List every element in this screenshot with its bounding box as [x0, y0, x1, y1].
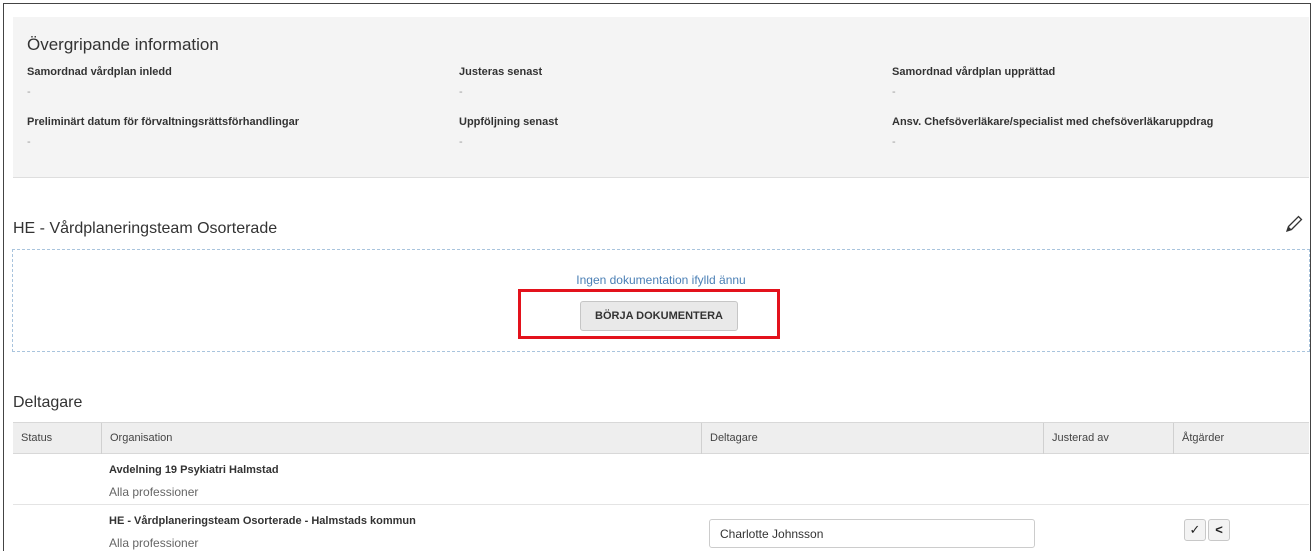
overview-panel: Övergripande information Samordnad vårdp…	[13, 17, 1309, 178]
field-value: -	[27, 136, 31, 148]
organisation-name: Avdelning 19 Psykiatri Halmstad	[109, 464, 279, 476]
field-label: Preliminärt datum för förvaltningsrättsf…	[27, 116, 299, 128]
field-label: Samordnad vårdplan upprättad	[892, 66, 1056, 78]
column-header-organisation[interactable]: Organisation	[101, 423, 701, 454]
profession-text: Alla professioner	[109, 536, 199, 550]
table-row: Avdelning 19 Psykiatri Halmstad Alla pro…	[13, 454, 1309, 505]
start-documenting-button[interactable]: BÖRJA DOKUMENTERA	[580, 301, 738, 331]
field-value: -	[892, 86, 896, 98]
field-value: -	[459, 136, 463, 148]
share-button[interactable]: <	[1208, 519, 1230, 541]
share-icon: <	[1215, 522, 1223, 537]
field-value: -	[27, 86, 31, 98]
team-section-title: HE - Vårdplaneringsteam Osorterade	[13, 220, 278, 237]
pencil-icon[interactable]	[1283, 213, 1305, 235]
field-value: -	[459, 86, 463, 98]
approve-button[interactable]: ✓	[1184, 519, 1206, 541]
column-header-adjusted-by[interactable]: Justerad av	[1043, 423, 1173, 454]
participants-table: Status Organisation Deltagare Justerad a…	[13, 422, 1309, 551]
field-responsible-physician: Ansv. Chefsöverläkare/specialist med che…	[892, 116, 1213, 148]
table-header: Status Organisation Deltagare Justerad a…	[13, 422, 1309, 454]
field-plan-established: Samordnad vårdplan upprättad -	[892, 66, 1055, 98]
field-adjust-latest: Justeras senast -	[459, 66, 542, 98]
participants-title: Deltagare	[13, 394, 83, 411]
app-frame: Övergripande information Samordnad vårdp…	[3, 3, 1311, 551]
column-header-participant[interactable]: Deltagare	[701, 423, 1043, 454]
empty-documentation-text: Ingen dokumentation ifylld ännu	[576, 273, 746, 287]
field-plan-started: Samordnad vårdplan inledd -	[27, 66, 172, 98]
field-value: -	[892, 136, 896, 148]
column-header-actions[interactable]: Åtgärder	[1173, 423, 1309, 454]
overview-title: Övergripande information	[27, 35, 219, 54]
participant-input[interactable]	[709, 519, 1035, 548]
field-label: Samordnad vårdplan inledd	[27, 66, 172, 78]
field-label: Ansv. Chefsöverläkare/specialist med che…	[892, 116, 1214, 128]
field-preliminary-date: Preliminärt datum för förvaltningsrättsf…	[27, 116, 299, 148]
profession-text: Alla professioner	[109, 485, 199, 499]
column-header-status[interactable]: Status	[13, 423, 101, 454]
field-label: Justeras senast	[459, 66, 543, 78]
table-row: HE - Vårdplaneringsteam Osorterade - Hal…	[13, 505, 1309, 551]
organisation-name: HE - Vårdplaneringsteam Osorterade - Hal…	[109, 515, 416, 527]
check-icon: ✓	[1189, 522, 1201, 537]
field-label: Uppföljning senast	[459, 116, 558, 128]
documentation-area: Ingen dokumentation ifylld ännu BÖRJA DO…	[12, 249, 1310, 352]
field-followup-latest: Uppföljning senast -	[459, 116, 558, 148]
